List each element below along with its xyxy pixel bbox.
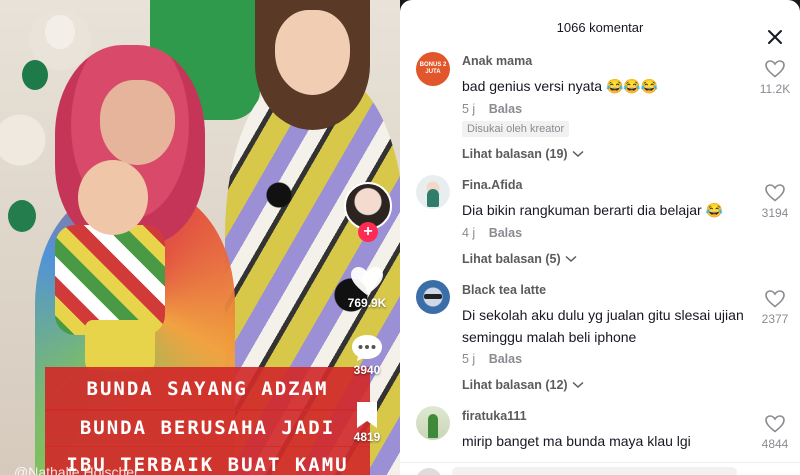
comment-meta: 4 j Balas bbox=[462, 226, 522, 240]
comment-username[interactable]: Black tea latte bbox=[462, 283, 546, 297]
comment-time: 5 j bbox=[462, 352, 476, 366]
comment-text: mirip banget ma bunda maya klau lgi bbox=[462, 433, 691, 449]
balloon-green bbox=[8, 200, 36, 232]
commenter-avatar[interactable] bbox=[416, 406, 450, 440]
chevron-down-icon bbox=[572, 150, 584, 158]
comment-like-button[interactable]: 2377 bbox=[755, 290, 795, 326]
comment-like-button[interactable]: 3194 bbox=[755, 184, 795, 220]
balloon-white bbox=[45, 15, 75, 49]
person-left-face bbox=[100, 80, 175, 165]
view-replies-button[interactable]: Lihat balasan (5) bbox=[462, 252, 577, 266]
save-button[interactable]: 4819 bbox=[345, 400, 389, 444]
comment-username[interactable]: firatuka111 bbox=[462, 409, 527, 423]
heart-icon bbox=[351, 267, 383, 295]
view-replies-button[interactable]: Lihat balasan (12) bbox=[462, 378, 584, 392]
comment-text: bad genius versi nyata 😂😂😂 bbox=[462, 78, 659, 94]
comment-meta: 5 j Balas bbox=[462, 102, 522, 116]
comment-time: 4 j bbox=[462, 226, 476, 240]
comment-like-button[interactable]: 11.2K bbox=[755, 60, 795, 96]
baby-head bbox=[78, 160, 148, 235]
balloon-green bbox=[22, 60, 48, 90]
heart-outline-icon bbox=[765, 184, 785, 202]
avatar-glasses bbox=[424, 294, 442, 299]
save-count: 4819 bbox=[353, 430, 381, 444]
comment-like-count: 4844 bbox=[761, 437, 789, 451]
comments-count-title: 1066 komentar bbox=[556, 20, 644, 35]
comment-input[interactable] bbox=[452, 467, 737, 475]
video-caption-line: BUNDA BERUSAHA JADI bbox=[45, 409, 370, 447]
close-icon bbox=[768, 30, 782, 44]
heart-outline-icon bbox=[765, 290, 785, 308]
comment-text: Dia bikin rangkuman berarti dia belajar … bbox=[462, 202, 724, 218]
heart-outline-icon bbox=[765, 415, 785, 433]
like-count: 769.9K bbox=[347, 296, 387, 310]
comment-like-count: 3194 bbox=[761, 206, 789, 220]
baby-pants bbox=[85, 320, 155, 370]
chevron-down-icon bbox=[572, 381, 584, 389]
creator-liked-badge: Disukai oleh kreator bbox=[462, 121, 570, 137]
creator-watermark: @Nathalie Holscher bbox=[14, 464, 139, 475]
view-replies-button[interactable]: Lihat balasan (19) bbox=[462, 147, 584, 161]
comment-time: 5 j bbox=[462, 102, 476, 116]
chevron-down-icon bbox=[565, 255, 577, 263]
commenter-avatar[interactable]: BONUS 2 JUTA bbox=[416, 52, 450, 86]
avatar-figure bbox=[428, 414, 438, 438]
comment-like-count: 2377 bbox=[761, 312, 789, 326]
view-replies-label: Lihat balasan (12) bbox=[462, 378, 568, 392]
commenter-avatar[interactable] bbox=[416, 280, 450, 314]
comment-bubble-icon bbox=[352, 335, 382, 361]
comment-like-count: 11.2K bbox=[759, 82, 791, 96]
reply-button[interactable]: Balas bbox=[489, 352, 522, 366]
avatar-badge-text: BONUS 2 JUTA bbox=[419, 62, 447, 75]
comment-text: Di sekolah aku dulu yg jualan gitu slesa… bbox=[462, 307, 744, 345]
video-player[interactable]: BUNDA SAYANG ADZAM BUNDA BERUSAHA JADI I… bbox=[0, 0, 400, 475]
comment-count: 3940 bbox=[353, 363, 381, 377]
heart-outline-icon bbox=[765, 60, 785, 78]
video-caption-line: BUNDA SAYANG ADZAM bbox=[45, 367, 370, 411]
view-replies-label: Lihat balasan (5) bbox=[462, 252, 561, 266]
like-button[interactable]: 769.9K bbox=[345, 266, 389, 310]
comment-button[interactable]: 3940 bbox=[345, 333, 389, 377]
avatar-figure bbox=[427, 189, 439, 207]
person-right-face bbox=[275, 10, 350, 95]
baby-outfit bbox=[55, 225, 165, 335]
comments-panel: 1066 komentar BONUS 2 JUTA Anak mama bad… bbox=[400, 0, 800, 475]
reply-button[interactable]: Balas bbox=[489, 102, 522, 116]
comment-like-button[interactable]: 4844 bbox=[755, 415, 795, 451]
comment-username[interactable]: Fina.Afida bbox=[462, 178, 522, 192]
reply-button[interactable]: Balas bbox=[489, 226, 522, 240]
bookmark-icon bbox=[357, 402, 377, 428]
comment-meta: 5 j Balas bbox=[462, 352, 522, 366]
view-replies-label: Lihat balasan (19) bbox=[462, 147, 568, 161]
close-button[interactable] bbox=[764, 26, 786, 48]
comment-username[interactable]: Anak mama bbox=[462, 54, 532, 68]
follow-button[interactable]: + bbox=[358, 222, 378, 242]
commenter-avatar[interactable] bbox=[416, 175, 450, 209]
